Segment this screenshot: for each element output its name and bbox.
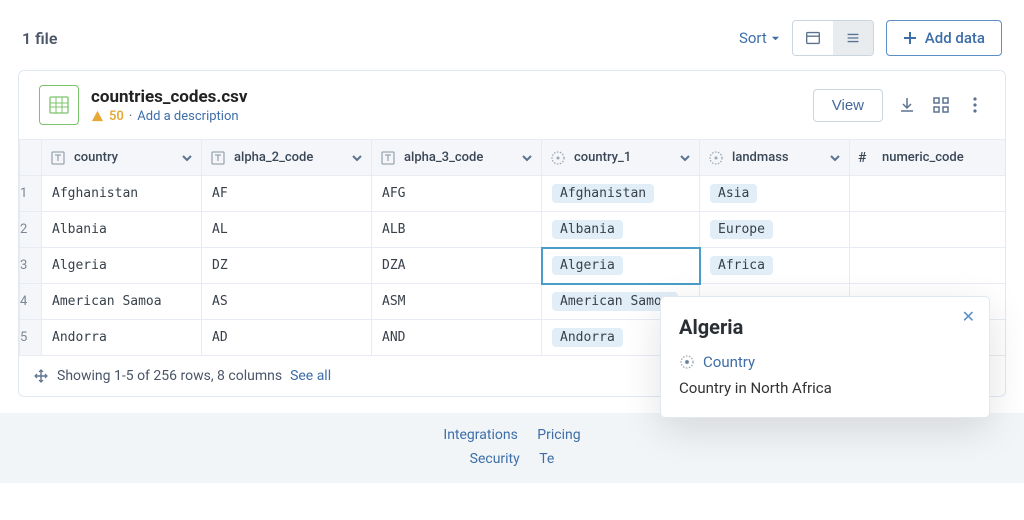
cell-alpha-3[interactable]: AFG <box>372 176 542 212</box>
column-name: country <box>74 150 118 165</box>
popover-type-label: Country <box>703 353 755 371</box>
cell-alpha-2[interactable]: AF <box>202 176 372 212</box>
popover-close-button[interactable]: ✕ <box>962 309 975 325</box>
chevron-down-icon <box>181 152 193 164</box>
cell-landmass[interactable]: Africa <box>700 248 850 284</box>
column-name: country_1 <box>574 150 631 165</box>
view-button[interactable]: View <box>813 89 883 122</box>
cell-alpha-2[interactable]: AL <box>202 212 372 248</box>
chevron-down-icon <box>679 152 691 164</box>
cell-numeric[interactable] <box>850 212 1006 248</box>
cell-country[interactable]: Albania <box>42 212 202 248</box>
warning-count: 50 <box>109 109 124 124</box>
sort-label: Sort <box>739 29 767 47</box>
see-all-link[interactable]: See all <box>290 368 331 384</box>
text-type-icon <box>380 150 396 166</box>
text-type-icon <box>210 150 226 166</box>
row-index: 3 <box>20 248 42 284</box>
file-count-label: 1 file <box>22 29 57 48</box>
chevron-down-icon <box>521 152 533 164</box>
plus-icon <box>903 31 917 45</box>
cell-landmass[interactable]: Europe <box>700 212 850 248</box>
cell-country[interactable]: Algeria <box>42 248 202 284</box>
row-index-header <box>20 140 42 176</box>
row-index: 4 <box>20 284 42 320</box>
column-name: alpha_2_code <box>234 150 313 165</box>
file-name: countries_codes.csv <box>91 87 248 107</box>
table-row: 1AfghanistanAFAFGAfghanistanAsia <box>20 176 1006 212</box>
popover-title: Algeria <box>679 315 971 339</box>
column-header-landmass[interactable]: landmass <box>700 140 850 176</box>
caret-down-icon <box>771 34 780 43</box>
popover-type-link[interactable]: Country <box>679 353 971 371</box>
popover-description: Country in North Africa <box>679 379 971 397</box>
cell-alpha-3[interactable]: AND <box>372 320 542 356</box>
layout-list-icon <box>844 29 862 47</box>
sort-dropdown[interactable]: Sort <box>739 29 780 47</box>
row-index: 5 <box>20 320 42 356</box>
footer-link-terms[interactable]: Te <box>539 451 554 467</box>
cell-alpha-3[interactable]: ASM <box>372 284 542 320</box>
row-index: 2 <box>20 212 42 248</box>
chevron-down-icon <box>829 152 841 164</box>
column-name: alpha_3_code <box>404 150 483 165</box>
footer-link-security[interactable]: Security <box>470 451 520 467</box>
column-header-numeric[interactable]: # numeric_code <box>850 140 1006 176</box>
cell-alpha-2[interactable]: DZ <box>202 248 372 284</box>
chevron-down-icon <box>351 152 363 164</box>
add-data-button[interactable]: Add data <box>886 20 1002 56</box>
warning-icon <box>91 110 104 123</box>
cell-country[interactable]: Afghanistan <box>42 176 202 212</box>
cell-alpha-3[interactable]: DZA <box>372 248 542 284</box>
cell-alpha-3[interactable]: ALB <box>372 212 542 248</box>
cell-country-1[interactable]: Albania <box>542 212 700 248</box>
file-type-icon <box>39 85 79 125</box>
view-mode-list-button[interactable] <box>833 21 873 55</box>
add-description-link[interactable]: Add a description <box>137 109 238 124</box>
entity-type-icon <box>679 354 695 370</box>
cell-country[interactable]: American Samoa <box>42 284 202 320</box>
text-type-icon <box>50 150 66 166</box>
cell-country-1[interactable]: Afghanistan <box>542 176 700 212</box>
column-name: numeric_code <box>882 150 964 165</box>
table-header-row: country alpha_2_code alpha_3_code <box>20 140 1006 176</box>
column-header-alpha-2[interactable]: alpha_2_code <box>202 140 372 176</box>
column-name: landmass <box>732 150 789 165</box>
cell-alpha-2[interactable]: AD <box>202 320 372 356</box>
table-row: 2AlbaniaALALBAlbaniaEurope <box>20 212 1006 248</box>
view-mode-toggle <box>792 20 874 56</box>
cell-country[interactable]: Andorra <box>42 320 202 356</box>
footer-link-integrations[interactable]: Integrations <box>443 427 517 443</box>
meta-separator: · <box>129 109 132 124</box>
cell-alpha-2[interactable]: AS <box>202 284 372 320</box>
entity-type-icon <box>708 150 724 166</box>
cell-country-1[interactable]: Algeria <box>542 248 700 284</box>
cell-landmass[interactable]: Asia <box>700 176 850 212</box>
apps-grid-icon[interactable] <box>931 95 951 115</box>
column-header-country-1[interactable]: country_1 <box>542 140 700 176</box>
add-data-label: Add data <box>925 29 985 47</box>
table-row: 3AlgeriaDZDZAAlgeriaAfrica <box>20 248 1006 284</box>
column-header-country[interactable]: country <box>42 140 202 176</box>
footer-link-pricing[interactable]: Pricing <box>537 427 580 443</box>
entity-popover: ✕ Algeria Country Country in North Afric… <box>660 296 990 418</box>
entity-type-icon <box>550 150 566 166</box>
more-menu-icon[interactable] <box>965 95 985 115</box>
expand-icon[interactable] <box>33 368 49 384</box>
number-type-icon: # <box>858 150 874 166</box>
download-icon[interactable] <box>897 95 917 115</box>
cell-numeric[interactable] <box>850 248 1006 284</box>
spreadsheet-icon <box>47 93 71 117</box>
pagination-text: Showing 1-5 of 256 rows, 8 columns <box>57 368 282 384</box>
cell-numeric[interactable] <box>850 176 1006 212</box>
view-mode-card-button[interactable] <box>793 21 833 55</box>
layout-card-icon <box>804 29 822 47</box>
column-header-alpha-3[interactable]: alpha_3_code <box>372 140 542 176</box>
row-index: 1 <box>20 176 42 212</box>
